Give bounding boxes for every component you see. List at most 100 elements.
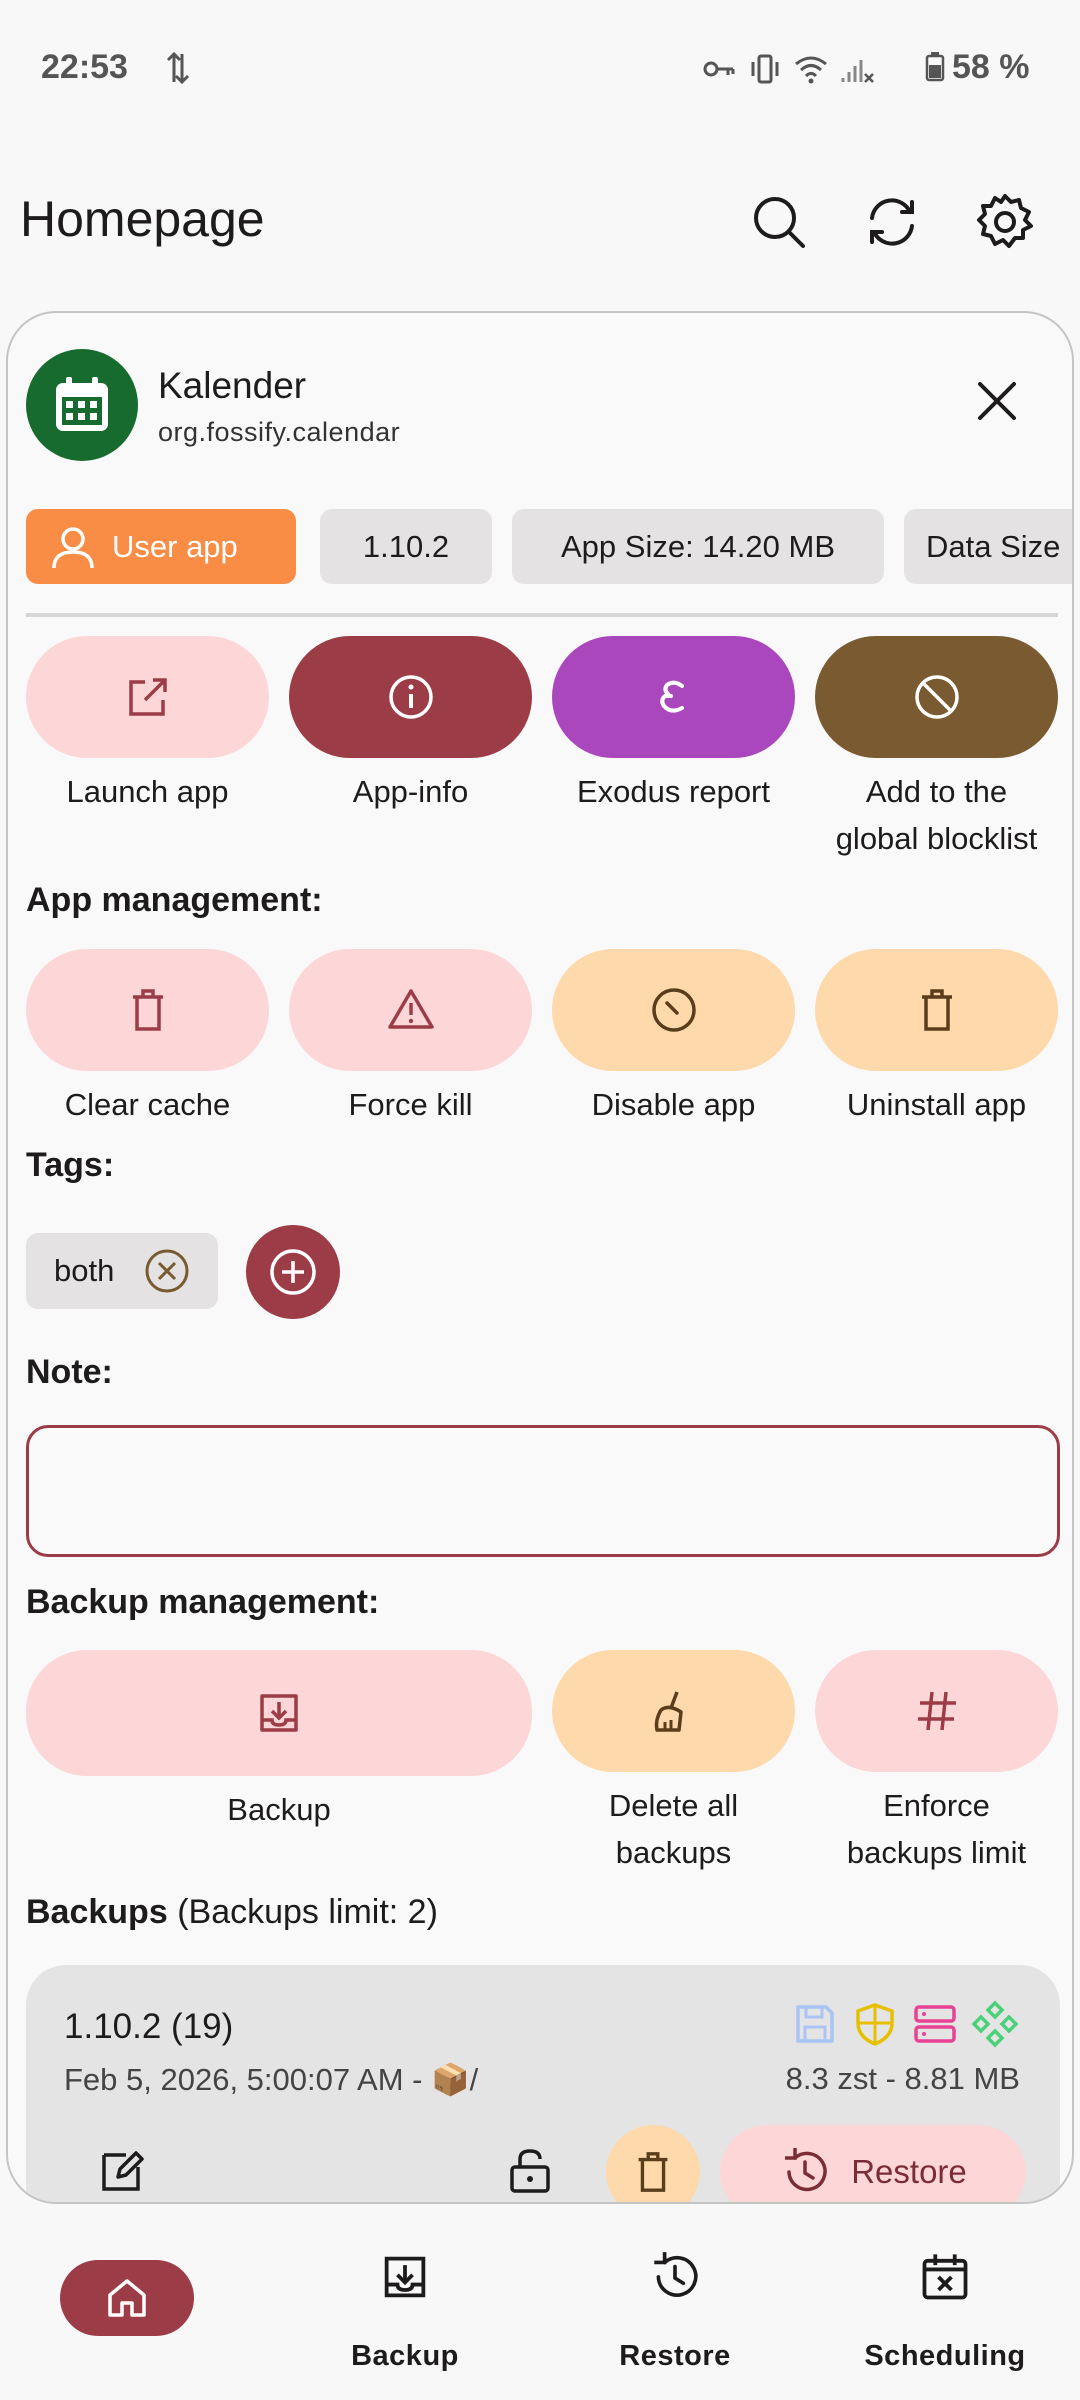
app-size-chip[interactable]: App Size: 14.20 MB <box>512 509 884 584</box>
nav-backup-label: Backup <box>351 2340 459 2372</box>
force-kill-action[interactable]: Force kill <box>289 949 532 1128</box>
tag-chip[interactable]: both <box>26 1233 218 1309</box>
clear-cache-action[interactable]: Clear cache <box>26 949 269 1128</box>
nav-restore[interactable]: Restore <box>540 2220 810 2400</box>
uninstall-app-action[interactable]: Uninstall app <box>815 949 1058 1128</box>
tags-title: Tags: <box>26 1146 115 1184</box>
unlock-icon[interactable] <box>504 2145 556 2197</box>
app-management-title: App management: <box>26 881 323 919</box>
disable-app-label: Disable app <box>591 1087 756 1122</box>
search-button[interactable] <box>747 190 811 254</box>
note-title: Note: <box>26 1353 113 1391</box>
app-info-button[interactable] <box>289 636 532 758</box>
nav-scheduling-label: Scheduling <box>864 2340 1026 2372</box>
storage-icon <box>914 2005 956 2043</box>
restore-label: Restore <box>851 2153 967 2190</box>
app-info-action[interactable]: App-info <box>289 636 532 815</box>
exodus-epsilon-icon <box>659 680 684 713</box>
exodus-report-button[interactable] <box>552 636 795 758</box>
app-name: Kalender <box>158 365 307 406</box>
clear-cache-button[interactable] <box>26 949 269 1071</box>
force-kill-button[interactable] <box>289 949 532 1071</box>
page-title: Homepage <box>20 191 265 247</box>
user-app-label: User app <box>112 528 238 564</box>
nav-home[interactable] <box>0 2220 270 2400</box>
package-name: org.fossify.calendar <box>158 417 401 447</box>
enforce-limit-label: Enforce backups limit <box>846 1788 1027 1870</box>
blocklist-action[interactable]: Add to the global blocklist <box>815 636 1058 862</box>
status-time: 22:53 <box>41 48 128 86</box>
disable-icon <box>651 988 696 1032</box>
enforce-limit-button[interactable] <box>815 1650 1058 1772</box>
hash-icon <box>917 1691 956 1731</box>
backup-version: 1.10.2 (19) <box>64 2007 234 2046</box>
close-button[interactable] <box>974 378 1020 424</box>
remove-tag-icon[interactable] <box>144 1248 190 1294</box>
edit-note-icon[interactable] <box>96 2145 148 2197</box>
app-sheet: Kalender org.fossify.calendar User app 1… <box>6 311 1074 2204</box>
info-icon <box>388 675 433 719</box>
nav-scheduling[interactable]: Scheduling <box>810 2220 1080 2400</box>
nav-backup[interactable]: Backup <box>270 2220 540 2400</box>
delete-all-backups-action[interactable]: Delete all backups <box>552 1650 795 1876</box>
calendar-icon <box>56 377 108 431</box>
add-tag-button[interactable] <box>246 1225 340 1319</box>
search-icon <box>754 197 805 248</box>
gear-icon <box>977 194 1033 248</box>
blocklist-label: Add to the global blocklist <box>835 774 1038 856</box>
info-chips: User app 1.10.2 App Size: 14.20 MB Data … <box>26 509 1072 587</box>
launch-app-button[interactable] <box>26 636 269 758</box>
uninstall-app-button[interactable] <box>815 949 1058 1071</box>
disable-app-action[interactable]: Disable app <box>552 949 795 1128</box>
disable-app-button[interactable] <box>552 949 795 1071</box>
data-size-chip[interactable]: Data Size <box>904 509 1072 584</box>
nav-home-indicator[interactable] <box>60 2260 194 2336</box>
save-apk-icon <box>796 2005 834 2043</box>
uninstall-app-label: Uninstall app <box>846 1087 1027 1122</box>
app-info-label: App-info <box>352 774 469 809</box>
delete-all-backups-button[interactable] <box>552 1650 795 1772</box>
download-tray-icon <box>260 1694 298 1732</box>
top-app-bar: Homepage <box>0 170 1080 270</box>
exodus-report-action[interactable]: Exodus report <box>552 636 795 815</box>
tag-label: both <box>54 1253 115 1288</box>
launch-app-action[interactable]: Launch app <box>26 636 269 815</box>
user-app-chip[interactable]: User app <box>26 509 296 584</box>
history-icon <box>785 2148 827 2192</box>
signal-icon <box>841 60 874 83</box>
settings-button[interactable] <box>973 190 1037 254</box>
trash-icon <box>638 2152 668 2192</box>
wifi-icon <box>795 56 827 84</box>
shield-data-icon <box>856 2003 894 2046</box>
restore-backup-button[interactable]: Restore <box>720 2125 1026 2202</box>
backup-label: Backup <box>227 1792 331 1827</box>
backup-management-title: Backup management: <box>26 1583 380 1621</box>
divider <box>26 613 1058 617</box>
backups-title: Backups (Backups limit: 2) <box>26 1893 438 1931</box>
warning-icon <box>387 989 434 1029</box>
blocklist-button[interactable] <box>815 636 1058 758</box>
backup-size: 8.3 zst - 8.81 MB <box>785 2061 1020 2096</box>
battery-icon <box>925 52 945 82</box>
backup-card[interactable]: 1.10.2 (19) Feb 5, 2026, 5:00:07 AM - 📦/… <box>26 1965 1060 2202</box>
enforce-limit-action[interactable]: Enforce backups limit <box>815 1650 1058 1876</box>
media-diamonds-icon <box>971 2000 1019 2048</box>
trash-icon <box>921 989 952 1031</box>
backup-icon <box>384 2256 426 2298</box>
app-logo <box>26 349 138 461</box>
note-input[interactable] <box>26 1425 1060 1557</box>
person-icon <box>52 526 94 568</box>
delete-backup-button[interactable] <box>606 2125 700 2202</box>
bottom-navigation: Backup Restore Scheduling <box>0 2220 1080 2400</box>
open-external-icon <box>128 678 167 716</box>
backup-action[interactable]: Backup <box>26 1650 532 1833</box>
backup-button[interactable] <box>26 1650 532 1776</box>
calendar-cancel-icon <box>922 2254 968 2300</box>
vpn-key-icon <box>703 61 735 77</box>
trash-icon <box>132 989 163 1031</box>
version-chip[interactable]: 1.10.2 <box>320 509 492 584</box>
network-activity-icon <box>166 51 190 85</box>
refresh-button[interactable] <box>860 190 924 254</box>
refresh-icon <box>870 198 914 246</box>
delete-all-backups-label: Delete all backups <box>608 1788 739 1870</box>
